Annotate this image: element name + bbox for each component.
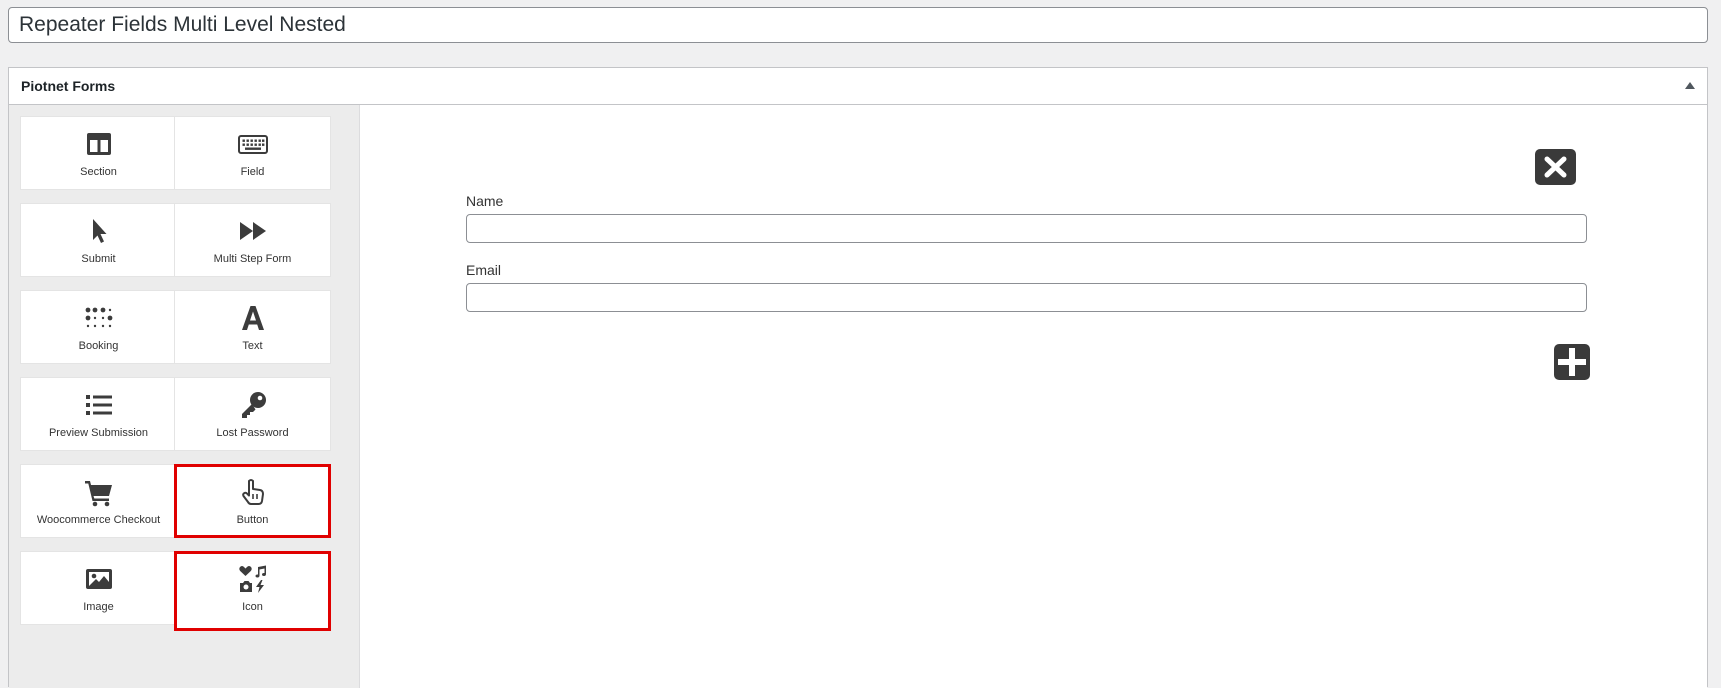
form-canvas <box>360 105 1707 688</box>
widget-section[interactable]: Section <box>20 116 177 190</box>
letter-a-icon <box>238 303 268 333</box>
widget-lost-password[interactable]: Lost Password <box>174 377 331 451</box>
cart-icon <box>84 477 114 507</box>
widget-woocommerce-checkout[interactable]: Woocommerce Checkout <box>20 464 177 538</box>
collapse-toggle-icon[interactable] <box>1685 82 1695 89</box>
email-label: Email <box>466 262 502 278</box>
widget-booking[interactable]: Booking <box>20 290 177 364</box>
keyboard-icon <box>237 129 268 159</box>
panel-header: Piotnet Forms <box>9 68 1707 105</box>
widget-multi-step-form[interactable]: Multi Step Form <box>174 203 331 277</box>
hand-pointer-icon <box>238 477 268 507</box>
widget-label: Image <box>83 601 114 613</box>
widget-label: Button <box>236 514 269 526</box>
widget-image[interactable]: Image <box>20 551 177 625</box>
widget-label: Booking <box>78 340 119 352</box>
widget-field[interactable]: Field <box>174 116 331 190</box>
widget-label: Text <box>242 340 263 352</box>
widget-label: Woocommerce Checkout <box>36 514 161 526</box>
section-columns-icon <box>84 129 114 159</box>
widget-label: Icon <box>242 601 263 613</box>
email-field[interactable] <box>466 283 1587 312</box>
widget-label: Submit <box>81 253 116 265</box>
icons-icon <box>238 564 268 594</box>
widget-label: Field <box>240 166 265 178</box>
widget-icon[interactable]: Icon <box>174 551 331 631</box>
remove-repeater-button[interactable] <box>1535 149 1576 185</box>
list-icon <box>84 390 114 420</box>
panel-title: Piotnet Forms <box>21 78 116 94</box>
close-icon <box>1535 149 1576 185</box>
widget-preview-submission[interactable]: Preview Submission <box>20 377 177 451</box>
widget-button[interactable]: Button <box>174 464 331 538</box>
name-field[interactable] <box>466 214 1587 243</box>
add-repeater-button[interactable] <box>1554 344 1590 380</box>
piotnet-forms-panel: Piotnet Forms Section Field Submit Multi… <box>8 67 1708 688</box>
key-icon <box>238 390 268 420</box>
widget-label: Preview Submission <box>48 427 149 439</box>
widget-text[interactable]: Text <box>174 290 331 364</box>
widget-label: Multi Step Form <box>213 253 292 265</box>
name-label: Name <box>466 193 504 209</box>
mouse-pointer-icon <box>84 216 114 246</box>
widget-label: Section <box>80 166 117 178</box>
image-icon <box>84 564 114 594</box>
fast-forward-icon <box>238 216 268 246</box>
plus-icon <box>1554 344 1590 380</box>
post-title-input[interactable]: Repeater Fields Multi Level Nested <box>8 7 1708 43</box>
widget-label: Lost Password <box>216 427 289 439</box>
braille-icon <box>84 303 114 333</box>
widget-submit[interactable]: Submit <box>20 203 177 277</box>
widget-sidebar: Section Field Submit Multi Step Form Boo… <box>9 105 360 688</box>
